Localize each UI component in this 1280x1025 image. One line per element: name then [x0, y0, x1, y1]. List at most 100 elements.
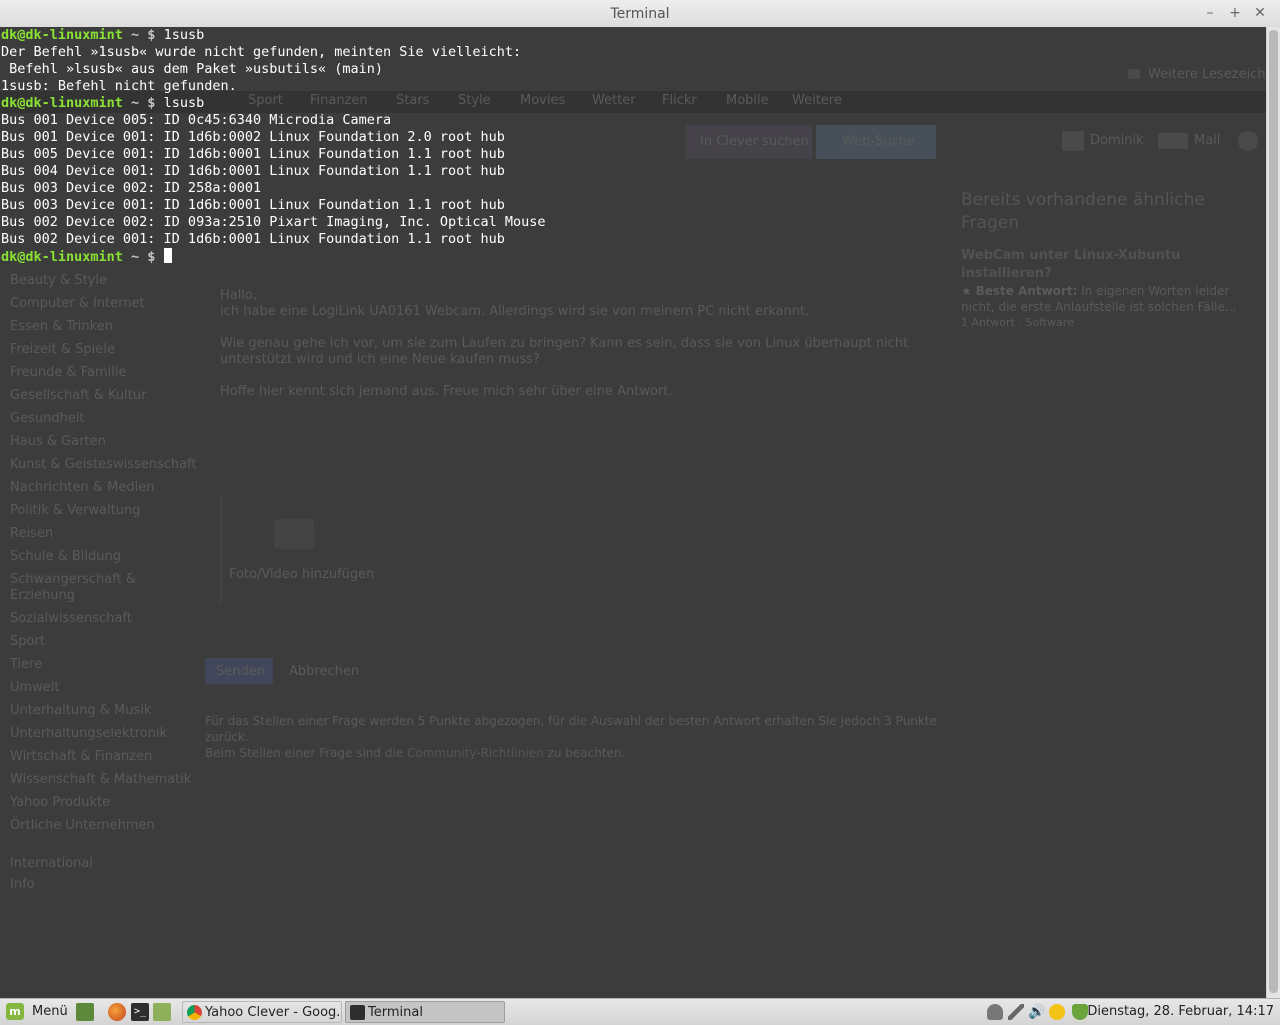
taskbar-window-chrome[interactable]: Yahoo Clever - Goog...	[182, 1001, 342, 1023]
question-text: Hoffe hier kennt sich jemand aus. Freue …	[220, 384, 673, 399]
category-item: Wirtschaft & Finanzen	[10, 749, 153, 764]
related-question-title: installieren?	[961, 266, 1052, 281]
shield-icon[interactable]	[1072, 1004, 1088, 1020]
category-item: Gesellschaft & Kultur	[10, 388, 147, 403]
related-best-answer: ★ Beste Antwort: In eigenen Worten leide…	[961, 284, 1230, 298]
category-item: Unterhaltungselektronik	[10, 726, 168, 741]
category-item: Sozialwissenschaft	[10, 611, 132, 626]
menu-label: Menü	[32, 1004, 68, 1019]
network-icon[interactable]	[1008, 1004, 1024, 1020]
terminal-output-line: Bus 002 Device 002: ID 093a:2510 Pixart …	[1, 214, 546, 230]
international-link: International	[10, 856, 93, 871]
terminal-prompt-line: dk@dk-linuxmint ~ $	[1, 248, 546, 265]
category-item: Sport	[10, 634, 45, 649]
category-item: Computer & Internet	[10, 296, 145, 311]
terminal-launcher-icon[interactable]: >_	[131, 1003, 149, 1021]
scrollbar-thumb[interactable]	[1269, 30, 1278, 993]
minimize-button[interactable]: –	[1200, 4, 1220, 22]
close-button[interactable]: ✕	[1250, 4, 1270, 22]
mail-icon	[1158, 133, 1188, 149]
update-manager-icon[interactable]	[1049, 1004, 1065, 1020]
terminal-area[interactable]: Weitere Lesezeichen Sport Finanzen Stars…	[0, 27, 1266, 998]
related-heading: Bereits vorhandene ähnliche	[961, 190, 1205, 210]
prompt-user-host: dk@dk-linuxmint	[1, 27, 123, 43]
photo-label: Foto/Video hinzufügen	[229, 567, 375, 582]
bookmark-folder-label: Weitere Lesezeichen	[1148, 67, 1266, 82]
folder-icon	[1128, 69, 1140, 79]
terminal-output-line: Bus 002 Device 001: ID 1d6b:0001 Linux F…	[1, 231, 505, 247]
category-item: Umwelt	[10, 680, 60, 695]
text-cursor[interactable]	[163, 248, 172, 263]
show-desktop-icon[interactable]	[76, 1003, 94, 1021]
terminal-output-line: Befehl »lsusb« aus dem Paket »usbutils« …	[1, 61, 384, 77]
category-item: Nachrichten & Medien	[10, 480, 155, 495]
gear-icon	[1238, 131, 1258, 151]
category-item: Örtliche Unternehmen	[10, 818, 155, 833]
terminal-prompt-line: dk@dk-linuxmint ~ $ 1susb	[1, 27, 546, 44]
files-icon[interactable]	[153, 1003, 171, 1021]
cancel-link: Abbrechen	[289, 664, 360, 679]
category-item: Freizeit & Spiele	[10, 342, 115, 357]
taskbar-window-label: Yahoo Clever - Goog...	[205, 1005, 342, 1020]
related-question-title: WebCam unter Linux-Xubuntu	[961, 248, 1181, 263]
guidelines-link: Community-Richtlinien	[407, 746, 544, 760]
volume-icon[interactable]: 🔊	[1028, 1004, 1045, 1020]
prompt-path: ~ $	[122, 95, 164, 111]
category-item: Wissenschaft & Mathematik	[10, 772, 192, 787]
related-heading: Fragen	[961, 213, 1019, 233]
best-answer-text: In eigenen Worten leider	[1081, 284, 1230, 298]
related-meta: 1 Antwort · Software	[961, 316, 1074, 329]
command-text: lsusb	[163, 95, 205, 111]
prompt-user-host: dk@dk-linuxmint	[1, 95, 123, 111]
guidelines-prefix: Beim Stellen einer Frage sind die	[205, 746, 404, 760]
question-text: Wie genau gehe ich vor, um sie zum Laufe…	[220, 336, 909, 351]
taskbar-window-label: Terminal	[368, 1005, 423, 1020]
terminal-output-line: Bus 001 Device 001: ID 1d6b:0002 Linux F…	[1, 129, 505, 145]
category-item: Haus & Garten	[10, 434, 106, 449]
terminal-icon	[350, 1005, 365, 1020]
category-item: Schule & Bildung	[10, 549, 122, 564]
prompt-user-host: dk@dk-linuxmint	[1, 249, 123, 265]
category-item: Tiere	[10, 657, 43, 672]
terminal-output-line: Bus 003 Device 001: ID 1d6b:0001 Linux F…	[1, 197, 505, 213]
category-item: Beauty & Style	[10, 273, 107, 288]
terminal-scrollbar[interactable]	[1266, 27, 1280, 998]
command-text: 1susb	[163, 27, 205, 43]
points-note: Für das Stellen einer Frage werden 5 Pun…	[205, 714, 937, 728]
maximize-button[interactable]: +	[1225, 4, 1245, 22]
clock[interactable]: Dienstag, 28. Februar, 14:17	[1087, 999, 1274, 1025]
mint-logo-icon: m	[6, 1003, 24, 1020]
terminal-prompt-line: dk@dk-linuxmint ~ $ lsusb	[1, 95, 546, 112]
user-tray-icon[interactable]	[987, 1004, 1003, 1020]
terminal-output[interactable]: dk@dk-linuxmint ~ $ 1susb Der Befehl »1su…	[1, 27, 546, 265]
prompt-path: ~ $	[122, 249, 164, 265]
firefox-icon[interactable]	[108, 1003, 126, 1021]
photo-box-border	[220, 497, 222, 603]
category-item: Gesundheit	[10, 411, 85, 426]
terminal-output-line: Der Befehl »1susb« wurde nicht gefunden,…	[1, 44, 522, 60]
guidelines-note: Beim Stellen einer Frage sind die Commun…	[205, 746, 625, 760]
question-greeting: Hallo,	[220, 288, 258, 303]
nav-item: Mobile	[726, 93, 769, 108]
window-title: Terminal	[610, 6, 670, 22]
category-item: Politik & Verwaltung	[10, 503, 141, 518]
menu-button[interactable]: m Menü	[3, 999, 69, 1025]
category-item: Yahoo Produkte	[10, 795, 111, 810]
category-item: Freunde & Familie	[10, 365, 127, 380]
chrome-icon	[187, 1005, 202, 1020]
nav-item: Flickr	[662, 93, 697, 108]
terminal-output-line: Bus 001 Device 005: ID 0c45:6340 Microdi…	[1, 112, 392, 128]
camera-icon	[274, 519, 314, 549]
user-icon	[1062, 131, 1084, 151]
question-text: ich habe eine LogiLink UA0161 Webcam. Al…	[220, 304, 810, 319]
question-text: unterstützt wird und ich eine Neue kaufe…	[220, 352, 540, 367]
terminal-output-line: Bus 003 Device 002: ID 258a:0001	[1, 180, 262, 196]
window-titlebar[interactable]: Terminal – + ✕	[0, 0, 1280, 28]
category-item: Unterhaltung & Musik	[10, 703, 152, 718]
nav-item: Wetter	[592, 93, 636, 108]
prompt-path: ~ $	[122, 27, 164, 43]
mail-label: Mail	[1194, 133, 1221, 148]
taskbar-window-terminal[interactable]: Terminal	[345, 1001, 505, 1023]
send-button-label: Senden	[216, 664, 265, 679]
points-note: zurück.	[205, 730, 249, 744]
